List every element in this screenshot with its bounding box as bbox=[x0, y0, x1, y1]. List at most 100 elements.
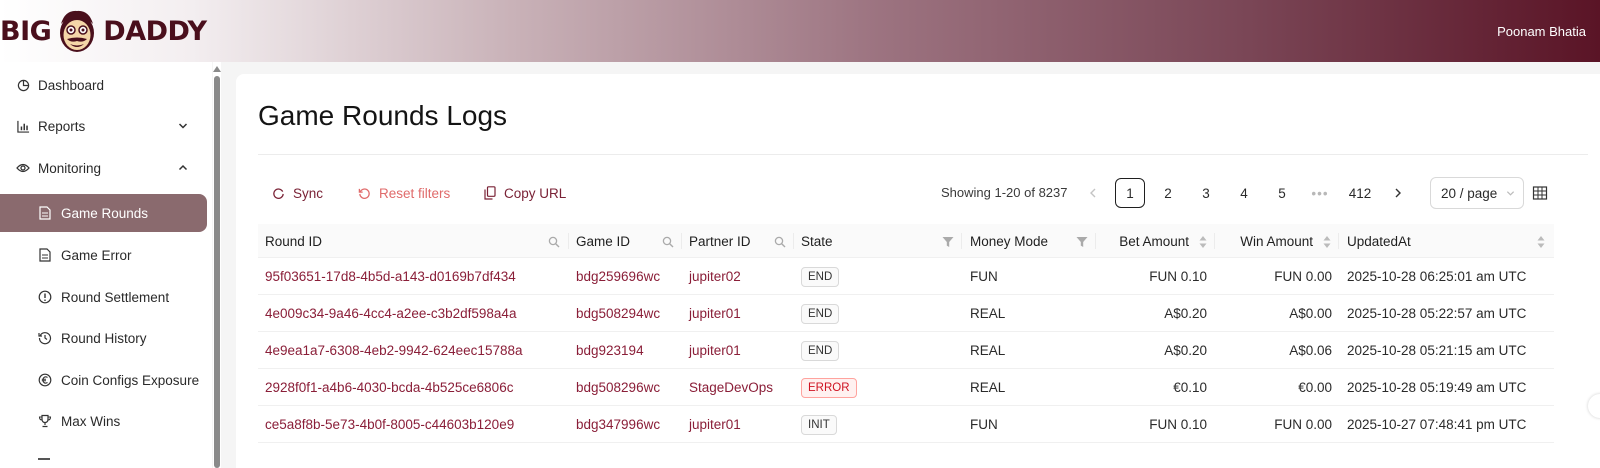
sidebar-item-game-error[interactable]: Game Error bbox=[0, 236, 210, 274]
win-amount-cell: A$0.06 bbox=[1289, 343, 1332, 358]
round-id-link[interactable]: 4e9ea1a7-6308-4eb2-9942-624eec15788a bbox=[265, 332, 522, 369]
partner-id-link[interactable]: jupiter02 bbox=[689, 258, 741, 295]
column-header-win-amount[interactable]: Win Amount bbox=[1215, 224, 1339, 258]
copy-url-button[interactable]: Copy URL bbox=[484, 182, 566, 204]
filter-icon[interactable] bbox=[942, 236, 954, 248]
trophy-icon bbox=[38, 414, 52, 428]
sidebar-scrollbar-thumb[interactable] bbox=[214, 76, 220, 468]
exclamation-circle-icon bbox=[38, 290, 52, 304]
scroll-up-arrow-icon[interactable] bbox=[213, 66, 221, 72]
column-header-updated-at[interactable]: UpdatedAt bbox=[1339, 224, 1554, 258]
state-tag-error: ERROR bbox=[801, 377, 857, 398]
page-last-button[interactable]: 412 bbox=[1342, 178, 1378, 208]
round-id-link[interactable]: ce5a8f8b-5e73-4b0f-8005-c44603b120e9 bbox=[265, 406, 514, 443]
sidebar-item-coin-configs-exposure[interactable]: Coin Configs Exposure bbox=[0, 361, 210, 399]
chevron-down-icon bbox=[178, 123, 188, 129]
bet-amount-cell: €0.10 bbox=[1173, 380, 1207, 395]
copy-url-label: Copy URL bbox=[504, 185, 567, 201]
search-icon[interactable] bbox=[662, 236, 674, 248]
dashboard-icon bbox=[16, 78, 30, 92]
sidebar-item-reports[interactable]: Reports bbox=[0, 107, 210, 145]
table-row[interactable]: 95f03651-17d8-4b5d-a143-d0169b7df434 bdg… bbox=[258, 258, 1554, 295]
state-cell: END bbox=[801, 332, 840, 369]
state-tag: END bbox=[801, 340, 840, 361]
sidebar-item-label: Game Rounds bbox=[61, 205, 149, 221]
round-id-link[interactable]: 2928f0f1-a4b6-4030-bcda-4b525ce6806c bbox=[265, 369, 513, 406]
sidebar-item-label: Dashboard bbox=[38, 77, 105, 93]
sidebar-item-monitoring[interactable]: Monitoring bbox=[0, 149, 210, 187]
top-header: BIG DADDY Poonam Bhatia bbox=[0, 0, 1600, 62]
chevron-right-icon bbox=[1395, 188, 1401, 198]
table-row[interactable]: 2928f0f1-a4b6-4030-bcda-4b525ce6806c bdg… bbox=[258, 369, 1554, 406]
sidebar-item-game-rounds[interactable]: Game Rounds bbox=[0, 194, 207, 232]
sort-icon[interactable] bbox=[1535, 235, 1547, 249]
pagination-ellipsis[interactable]: ••• bbox=[1305, 178, 1335, 208]
game-id-link[interactable]: bdg508294wc bbox=[576, 295, 660, 332]
history-icon bbox=[38, 331, 52, 345]
money-mode-cell: REAL bbox=[970, 380, 1006, 395]
sidebar-item-round-history[interactable]: Round History bbox=[0, 319, 210, 357]
partner-id-link[interactable]: jupiter01 bbox=[689, 295, 741, 332]
copy-icon bbox=[484, 186, 496, 200]
state-cell: INIT bbox=[801, 406, 837, 443]
money-mode-cell: FUN bbox=[970, 417, 998, 432]
sidebar-item-label: Reports bbox=[38, 118, 86, 134]
page-5-button[interactable]: 5 bbox=[1267, 178, 1297, 208]
page-3-button[interactable]: 3 bbox=[1191, 178, 1221, 208]
logo-text-left: BIG bbox=[0, 15, 52, 47]
column-settings-icon[interactable] bbox=[1532, 185, 1548, 201]
sort-icon[interactable] bbox=[1197, 235, 1209, 249]
column-header-bet-amount[interactable]: Bet Amount bbox=[1096, 224, 1215, 258]
bar-chart-icon bbox=[16, 119, 30, 133]
sidebar-item-label: Round Settlement bbox=[61, 289, 170, 305]
money-mode-cell: REAL bbox=[970, 343, 1006, 358]
search-icon[interactable] bbox=[548, 236, 560, 248]
win-amount-cell: FUN 0.00 bbox=[1274, 269, 1332, 284]
bet-amount-cell: FUN 0.10 bbox=[1149, 417, 1207, 432]
page-title: Game Rounds Logs bbox=[258, 100, 508, 131]
main-panel: Game Rounds Logs Sync Reset filters Copy… bbox=[236, 74, 1600, 468]
table-row[interactable]: ce5a8f8b-5e73-4b0f-8005-c44603b120e9 bdg… bbox=[258, 406, 1554, 443]
game-id-link[interactable]: bdg923194 bbox=[576, 332, 644, 369]
round-id-link[interactable]: 95f03651-17d8-4b5d-a143-d0169b7df434 bbox=[265, 258, 516, 295]
prev-page-button[interactable] bbox=[1078, 178, 1108, 208]
round-id-link[interactable]: 4e009c34-9a46-4cc4-a2ee-c3b2df598a4a bbox=[265, 295, 516, 332]
search-icon[interactable] bbox=[774, 236, 786, 248]
partner-id-link[interactable]: StageDevOps bbox=[689, 369, 773, 406]
sidebar-item-label: Round History bbox=[61, 330, 147, 346]
eye-icon bbox=[16, 161, 30, 175]
table-row[interactable]: 4e9ea1a7-6308-4eb2-9942-624eec15788a bdg… bbox=[258, 332, 1554, 369]
reset-filters-button[interactable]: Reset filters bbox=[358, 182, 450, 204]
page-1-button[interactable]: 1 bbox=[1115, 178, 1145, 208]
chevron-up-icon bbox=[178, 164, 188, 171]
updated-at-cell: 2025-10-28 05:22:57 am UTC bbox=[1347, 306, 1527, 321]
page-2-button[interactable]: 2 bbox=[1153, 178, 1183, 208]
sync-button[interactable]: Sync bbox=[272, 182, 323, 204]
partner-id-link[interactable]: jupiter01 bbox=[689, 406, 741, 443]
divider bbox=[258, 154, 1588, 155]
partner-id-link[interactable]: jupiter01 bbox=[689, 332, 741, 369]
updated-at-cell: 2025-10-28 06:25:01 am UTC bbox=[1347, 269, 1527, 284]
page-size-select[interactable]: 20 / page bbox=[1430, 177, 1524, 209]
game-id-link[interactable]: bdg347996wc bbox=[576, 406, 660, 443]
sort-icon[interactable] bbox=[1321, 235, 1333, 249]
user-name[interactable]: Poonam Bhatia bbox=[1497, 24, 1600, 39]
sidebar-item-dashboard[interactable]: Dashboard bbox=[0, 66, 210, 104]
brand-logo[interactable]: BIG DADDY bbox=[0, 0, 207, 62]
bet-amount-cell: A$0.20 bbox=[1164, 306, 1207, 321]
sidebar-item-label: Game Error bbox=[61, 247, 132, 263]
next-page-button[interactable] bbox=[1383, 178, 1413, 208]
sidebar-item-round-settlement[interactable]: Round Settlement bbox=[0, 278, 210, 316]
sidebar-item-max-wins[interactable]: Max Wins bbox=[0, 402, 210, 440]
filter-icon[interactable] bbox=[1076, 236, 1088, 248]
page-size-value: 20 / page bbox=[1441, 185, 1498, 201]
sidebar: Dashboard Reports Monitoring Game Rounds… bbox=[0, 62, 212, 468]
state-tag: INIT bbox=[801, 414, 837, 435]
game-id-link[interactable]: bdg508296wc bbox=[576, 369, 660, 406]
game-id-link[interactable]: bdg259696wc bbox=[576, 258, 660, 295]
page-4-button[interactable]: 4 bbox=[1229, 178, 1259, 208]
state-cell: ERROR bbox=[801, 369, 857, 406]
chevron-left-icon bbox=[1090, 188, 1096, 198]
win-amount-cell: FUN 0.00 bbox=[1274, 417, 1332, 432]
table-row[interactable]: 4e009c34-9a46-4cc4-a2ee-c3b2df598a4a bdg… bbox=[258, 295, 1554, 332]
